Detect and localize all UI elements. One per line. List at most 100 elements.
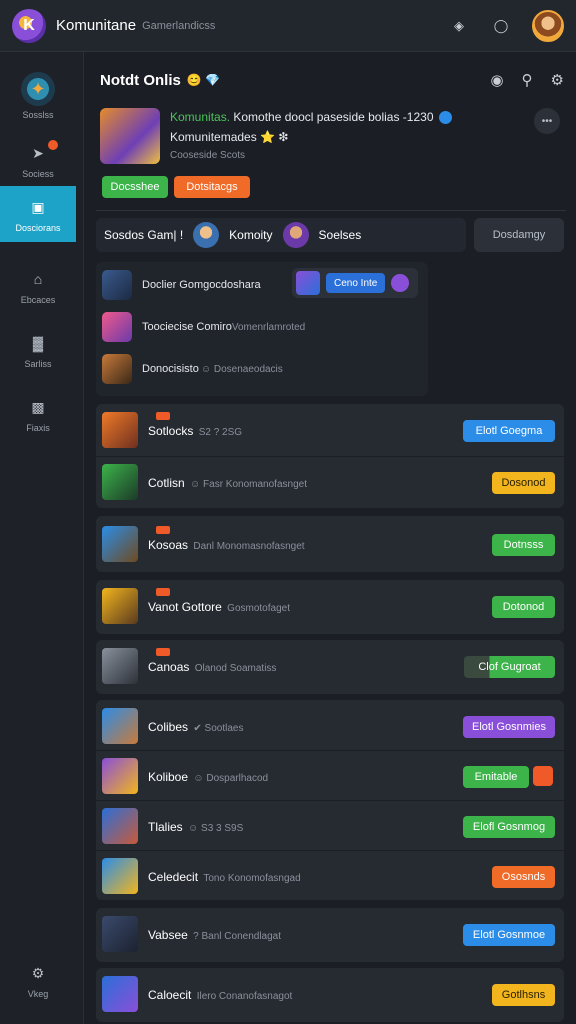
box-icon: ▩: [31, 398, 45, 415]
sidebar-item-label: Sosslss: [22, 110, 54, 120]
game-row[interactable]: Canoas Olanod Soamatiss Clof Gugroat: [96, 640, 564, 692]
game-action-button[interactable]: Dotonod: [492, 596, 555, 618]
game-thumbnail: [102, 526, 138, 562]
game-card: Vanot Gottore Gosmotofaget Dotonod: [96, 580, 564, 634]
flag-icon: [156, 526, 170, 534]
filter-button[interactable]: Dosdamgy: [474, 218, 564, 252]
sidebar-item-label: Sociess: [22, 169, 54, 179]
sidebar-item-stats[interactable]: ▓ Sarliss: [0, 322, 76, 378]
game-thumbnail: [102, 412, 138, 448]
game-action-button[interactable]: Gotlhsns: [492, 984, 555, 1006]
friend-status-tag[interactable]: Ceno Inte: [292, 268, 418, 298]
friend-avatar: [102, 270, 132, 300]
friends-panel: Doclier Gomgocdoshara Ceno Inte Toocieci…: [96, 262, 428, 396]
game-row[interactable]: Sotlocks S2 ? 2SG Elotl Goegma: [96, 404, 564, 456]
house-icon: ⌂: [33, 271, 43, 287]
game-row[interactable]: Koliboe ☺ Dosparlhacod Emitable: [96, 750, 564, 802]
notification-icon[interactable]: ◈: [448, 15, 470, 37]
game-card: Caloecit Ilero Conanofasnagot Gotlhsns: [96, 968, 564, 1022]
friend-row[interactable]: Doclier Gomgocdoshara: [102, 268, 261, 302]
friend-status: ☺ Dosenaeodacis: [200, 363, 283, 375]
game-title: Celedecit Tono Konomofasngad: [148, 870, 301, 884]
friend-avatar: [102, 354, 132, 384]
game-action-button[interactable]: Elofl Gosnmog: [463, 816, 555, 838]
notification-badge: [48, 140, 58, 150]
friend-row[interactable]: Toociecise Comiro Vomenrlamroted: [102, 310, 305, 344]
filter-community: Komoity: [229, 228, 273, 242]
game-title: Cotlisn ☺ Fasr Konomanofasnget: [148, 476, 307, 490]
game-thumb-icon: [296, 271, 320, 295]
primary-action-button[interactable]: Docsshee: [102, 176, 168, 198]
flag-icon: [156, 412, 170, 420]
game-title: Koliboe ☺ Dosparlhacod: [148, 770, 269, 784]
game-thumbnail: [102, 648, 138, 684]
sidebar-item-settings[interactable]: ⚙ Vkeg: [0, 952, 76, 1008]
filter-bar[interactable]: Sosdos Gam| ! Komoity Soelses: [96, 218, 466, 252]
settings-icon[interactable]: ⚙: [551, 71, 564, 89]
sidebar-item-inbox[interactable]: ▩ Fiaxis: [0, 386, 76, 442]
friend-name: Doclier Gomgocdoshara: [142, 279, 261, 291]
game-row[interactable]: Celedecit Tono Konomofasngad Ososnds: [96, 850, 564, 902]
friend-name: Donocisisto: [142, 363, 199, 375]
game-action-button[interactable]: Clof Gugroat: [464, 656, 555, 678]
game-row[interactable]: Cotlisn ☺ Fasr Konomanofasnget Dosonod: [96, 456, 564, 508]
game-thumbnail: [102, 808, 138, 844]
chart-icon: ▓: [32, 335, 44, 351]
app-logo-icon[interactable]: K: [12, 8, 46, 43]
gear-icon: ⚙: [31, 964, 45, 981]
sidebar-item-discover[interactable]: ▣ Dosciorans: [0, 186, 76, 242]
game-action-button[interactable]: Elotl Gosnmies: [463, 716, 555, 738]
main-content: Notdt Onlis 😊 💎 ◉ ⚲ ⚙ Komunitas. Komothe…: [88, 52, 572, 1024]
sidebar-item-social[interactable]: ➤ Sociess: [0, 132, 76, 188]
game-card: Canoas Olanod Soamatiss Clof Gugroat: [96, 640, 564, 694]
game-action-button[interactable]: Elotl Gosnmoe: [463, 924, 555, 946]
secondary-action-button[interactable]: Dotsitacgs: [174, 176, 250, 198]
shield-icon[interactable]: ◯: [490, 15, 512, 37]
game-action-button[interactable]: Ososnds: [492, 866, 555, 888]
game-row[interactable]: Colibes ✔ Sootlaes Elotl Gosnmies: [96, 700, 564, 752]
sidebar-item-home[interactable]: ✦ Sosslss: [0, 68, 76, 124]
community-avatar[interactable]: [193, 222, 220, 248]
more-options-icon[interactable]: •••: [534, 108, 560, 134]
game-card: Kosoas Danl Monomasnofasnget Dotnsss: [96, 516, 564, 572]
featured-meta: Cooseside Scots: [170, 150, 246, 161]
game-row[interactable]: Caloecit Ilero Conanofasnagot Gotlhsns: [96, 968, 564, 1020]
flag-icon: [156, 588, 170, 596]
game-row[interactable]: Vanot Gottore Gosmotofaget Dotonod: [96, 580, 564, 632]
divider: [96, 210, 566, 211]
game-action-button[interactable]: Dotnsss: [492, 534, 555, 556]
friend-row[interactable]: Donocisisto ☺ Dosenaeodacis: [102, 352, 283, 386]
game-action-button[interactable]: Emitable: [463, 766, 529, 788]
controller-icon: ➤: [32, 144, 44, 161]
filter-series: Soelses: [318, 228, 362, 242]
game-row[interactable]: Tlalies ☺ S3 3 S9S Elofl Gosnmog: [96, 800, 564, 852]
alert-icon[interactable]: [533, 766, 553, 786]
verified-icon: [438, 111, 452, 125]
game-card: Sotlocks S2 ? 2SG Elotl Goegma Cotlisn ☺…: [96, 404, 564, 508]
section-header: Notdt Onlis 😊 💎 ◉ ⚲ ⚙: [100, 68, 564, 92]
game-action-button[interactable]: Elotl Goegma: [463, 420, 555, 442]
game-row[interactable]: Kosoas Danl Monomasnofasnget Dotnsss: [96, 518, 564, 570]
friend-status: Vomenrlamroted: [231, 321, 306, 333]
search-icon[interactable]: ⚲: [522, 71, 533, 89]
user-avatar[interactable]: [532, 9, 564, 42]
folder-icon: ▣: [31, 198, 45, 215]
series-avatar[interactable]: [282, 222, 309, 248]
game-thumbnail: [102, 708, 138, 744]
game-row[interactable]: Vabsee ? Banl Conendlagat Elotl Gosnmoe: [96, 908, 564, 960]
app-title: Komunitane: [56, 17, 137, 34]
chat-icon[interactable]: ◉: [490, 71, 503, 89]
sidebar-item-label: Ebcaces: [20, 295, 56, 305]
game-thumbnail: [102, 588, 138, 624]
featured-thumbnail[interactable]: [100, 108, 160, 164]
game-thumbnail: [102, 758, 138, 794]
game-title: Sotlocks S2 ? 2SG: [148, 424, 243, 438]
game-title: Vabsee ? Banl Conendlagat: [148, 928, 282, 942]
game-action-button[interactable]: Dosonod: [492, 472, 555, 494]
game-title: Caloecit Ilero Conanofasnagot: [148, 988, 293, 1002]
logo-icon: ✦: [21, 72, 55, 106]
game-thumbnail: [102, 858, 138, 894]
sidebar-item-spaces[interactable]: ⌂ Ebcaces: [0, 258, 76, 314]
featured-post: Komunitas. Komothe doocl paseside bolias…: [100, 106, 564, 202]
top-bar: K Komunitane Gamerlandicss ◈ ◯: [0, 0, 576, 52]
